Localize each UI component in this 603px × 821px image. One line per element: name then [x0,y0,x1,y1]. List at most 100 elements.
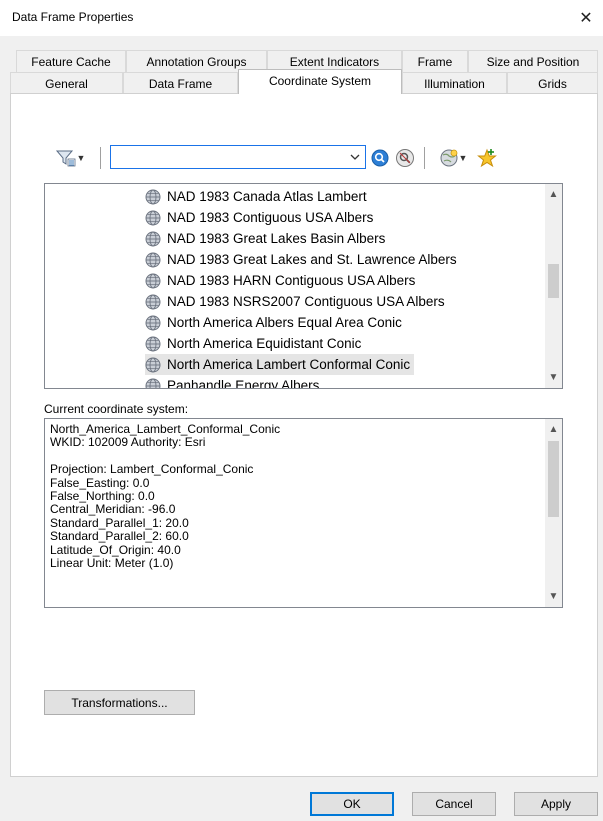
tab-grids[interactable]: Grids [507,72,598,94]
detail-line: Central_Meridian: -96.0 [50,502,176,517]
clear-search-button[interactable] [394,147,416,169]
tab-feature-cache[interactable]: Feature Cache [16,50,126,72]
list-item-label: North America Albers Equal Area Conic [167,315,402,330]
detail-line: False_Easting: 0.0 [50,475,150,490]
list-item[interactable]: NAD 1983 Great Lakes Basin Albers [145,228,389,249]
globe-icon [145,378,161,388]
list-item[interactable]: NAD 1983 Great Lakes and St. Lawrence Al… [145,249,461,270]
scroll-up-button[interactable]: ▲ [545,421,562,438]
combo-dropdown-button[interactable] [345,146,365,168]
globe-icon [145,336,161,351]
chevron-down-icon: ▼ [458,153,468,163]
scroll-down-button[interactable]: ▼ [545,369,562,386]
apply-button[interactable]: Apply [514,792,598,816]
details-text: North_America_Lambert_Conformal_Conic WKI… [50,422,281,571]
list-item-label: Panhandle Energy Albers [167,378,320,389]
chevron-down-icon: ▼ [548,372,559,383]
chevron-up-icon: ▲ [548,424,559,435]
scroll-down-button[interactable]: ▼ [545,588,562,605]
add-to-favorites-button[interactable] [475,146,499,170]
globe-icon [145,189,161,204]
globe-icon [145,315,161,330]
detail-line: North_America_Lambert_Conformal_Conic [50,422,281,436]
tab-label: General [45,76,88,91]
detail-line: ​ [50,450,280,463]
toolbar-separator [100,147,101,169]
tab-illumination[interactable]: Illumination [402,72,507,94]
scroll-thumb[interactable] [548,441,559,517]
current-coordinate-system-details[interactable]: North_America_Lambert_Conformal_Conic WKI… [44,418,563,608]
chevron-down-icon: ▼ [548,591,559,602]
list-item-label: NAD 1983 Great Lakes and St. Lawrence Al… [167,252,457,267]
current-coordinate-system-label: Current coordinate system: [44,402,189,416]
detail-line: Standard_Parallel_1: 20.0 [50,515,189,530]
list-scrollbar[interactable]: ▲ ▼ [545,184,562,388]
list-item-label: NAD 1983 Great Lakes Basin Albers [167,231,386,246]
list-item-label: NAD 1983 Canada Atlas Lambert [167,189,367,204]
list-item[interactable]: NAD 1983 Contiguous USA Albers [145,207,377,228]
globe-icon [440,149,458,167]
globe-icon [145,252,161,267]
list-item[interactable]: North America Albers Equal Area Conic [145,312,406,333]
chevron-down-icon: ▼ [76,153,86,163]
filter-button[interactable]: ▼ [50,147,90,169]
detail-line: Standard_Parallel_2: 60.0 [50,529,189,544]
tab-label: Feature Cache [31,54,111,69]
list-item-selected[interactable]: North America Lambert Conformal Conic [145,354,415,375]
chevron-down-icon [350,154,360,160]
globe-icon [145,210,161,225]
window-title: Data Frame Properties [12,10,134,24]
list-item[interactable]: NAD 1983 NSRS2007 Contiguous USA Albers [145,291,449,312]
list-item[interactable]: North America Equidistant Conic [145,333,365,354]
tab-label: Grids [538,76,567,91]
add-favorite-icon [477,148,497,168]
detail-line: Projection: Lambert_Conformal_Conic [50,462,254,477]
search-input[interactable] [111,147,345,167]
scroll-up-button[interactable]: ▲ [545,186,562,203]
tab-size-and-position[interactable]: Size and Position [468,50,598,72]
coordinate-system-list[interactable]: NAD 1983 Canada Atlas Lambert NAD 1983 C… [44,183,563,389]
globe-icon [145,231,161,246]
list-item-label: North America Equidistant Conic [167,336,362,351]
search-combobox[interactable] [110,145,366,169]
detail-line: Latitude_Of_Origin: 40.0 [50,542,181,557]
tab-label: Frame [417,54,453,69]
search-button[interactable] [370,147,390,169]
ok-button[interactable]: OK [310,792,394,816]
tab-label: Data Frame [148,76,213,91]
list-item[interactable]: NAD 1983 Canada Atlas Lambert [145,186,371,207]
tab-coordinate-system[interactable]: Coordinate System [238,69,402,94]
close-button[interactable]: ✕ [573,6,599,30]
chevron-up-icon: ▲ [548,189,559,200]
clear-search-icon [396,149,414,167]
details-scrollbar[interactable]: ▲ ▼ [545,419,562,607]
list-item[interactable]: Panhandle Energy Albers [145,375,323,389]
detail-line: Linear Unit: Meter (1.0) [50,556,174,571]
tab-label: Size and Position [486,54,580,69]
tab-label: Annotation Groups [146,54,247,69]
tab-label: Coordinate System [268,74,372,88]
dialog-button-bar [0,777,603,821]
toolbar-separator [424,147,425,169]
globe-icon [145,294,161,309]
scroll-thumb[interactable] [548,264,559,298]
list-item-label: NAD 1983 HARN Contiguous USA Albers [167,273,416,288]
tab-general[interactable]: General [10,72,123,94]
close-icon: ✕ [579,10,593,27]
detail-line: WKID: 102009 Authority: Esri [50,435,206,450]
list-item-label: NAD 1983 NSRS2007 Contiguous USA Albers [167,294,445,309]
tab-label: Extent Indicators [289,54,380,69]
search-icon [371,149,389,167]
filter-icon [55,150,75,167]
list-item-label: NAD 1983 Contiguous USA Albers [167,210,374,225]
tab-label: Illumination [424,76,485,91]
tab-data-frame[interactable]: Data Frame [123,72,238,94]
detail-line: False_Northing: 0.0 [50,489,155,504]
list-item[interactable]: NAD 1983 HARN Contiguous USA Albers [145,270,419,291]
add-coordinate-system-button[interactable]: ▼ [434,147,472,169]
transformations-button[interactable]: Transformations... [44,690,195,715]
title-bar: Data Frame Properties ✕ [0,0,603,36]
tab-frame[interactable]: Frame [402,50,468,72]
cancel-button[interactable]: Cancel [412,792,496,816]
list-item-label: North America Lambert Conformal Conic [167,357,411,372]
